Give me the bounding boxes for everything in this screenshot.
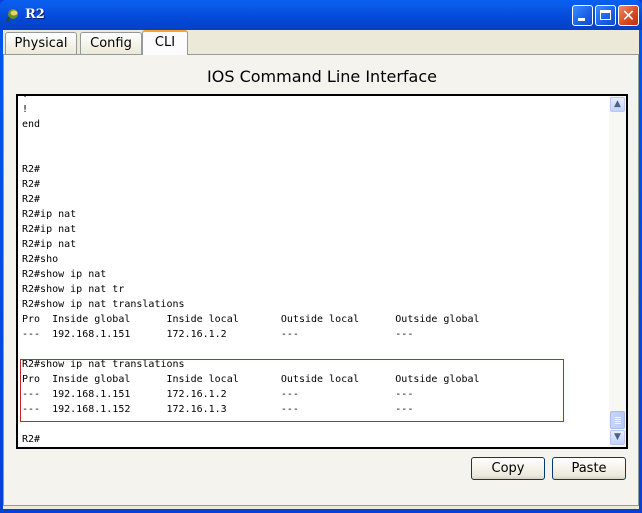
cli-terminal[interactable]: !! end R2# R2# R2# R2#ip nat R2#ip nat R2#ip na… [16, 94, 628, 449]
terminal-line: end [22, 119, 41, 130]
close-button[interactable]: ✕ [618, 5, 639, 26]
paste-button[interactable]: Paste [552, 457, 626, 480]
terminal-line: ! [22, 104, 29, 115]
router-window: R2 ✕ Physical Config CLI IOS Command Lin… [0, 0, 642, 513]
terminal-line: R2#sho [22, 254, 59, 265]
chevron-down-icon: ▼ [614, 432, 621, 442]
tab-bar: Physical Config CLI [3, 30, 639, 55]
terminal-line: R2# [22, 164, 41, 175]
terminal-line: R2#ip nat [22, 209, 77, 220]
maximize-button[interactable] [595, 5, 616, 26]
tab-config[interactable]: Config [80, 32, 142, 54]
terminal-line: R2# [22, 194, 41, 205]
window-client-area: Physical Config CLI IOS Command Line Int… [3, 30, 639, 509]
terminal-line: R2#show ip nat translations [22, 299, 185, 310]
maximize-icon [600, 10, 611, 20]
terminal-line: R2#ip nat [22, 239, 77, 250]
cli-panel: IOS Command Line Interface !! end R2# R2# R2… [3, 54, 639, 506]
tab-cli[interactable]: CLI [142, 30, 188, 55]
router-app-icon [6, 9, 18, 23]
title-bar[interactable]: R2 ✕ [0, 0, 642, 30]
terminal-line: R2#show ip nat [22, 269, 107, 280]
scroll-down-button[interactable]: ▼ [610, 430, 625, 445]
terminal-line: R2# [22, 179, 41, 190]
terminal-scrollbar[interactable]: ▲ ▼ [609, 96, 626, 447]
tab-physical[interactable]: Physical [5, 32, 77, 54]
panel-title: IOS Command Line Interface [207, 67, 437, 86]
close-icon: ✕ [621, 6, 636, 25]
terminal-line: R2#ip nat [22, 224, 77, 235]
minimize-icon [578, 18, 585, 21]
copy-button[interactable]: Copy [471, 457, 545, 480]
window-title: R2 [25, 7, 45, 22]
terminal-line: ! [22, 94, 29, 100]
terminal-line: R2# [22, 434, 41, 445]
scroll-up-button[interactable]: ▲ [610, 97, 625, 112]
terminal-line: --- 192.168.1.151 172.16.1.2 --- --- [22, 329, 414, 340]
minimize-button[interactable] [572, 5, 593, 26]
terminal-line: Pro Inside global Inside local Outside l… [22, 314, 480, 325]
scrollbar-thumb[interactable] [610, 411, 625, 429]
terminal-line: R2#show ip nat tr [22, 284, 125, 295]
chevron-up-icon: ▲ [614, 99, 621, 109]
highlight-annotation-box [20, 359, 564, 422]
